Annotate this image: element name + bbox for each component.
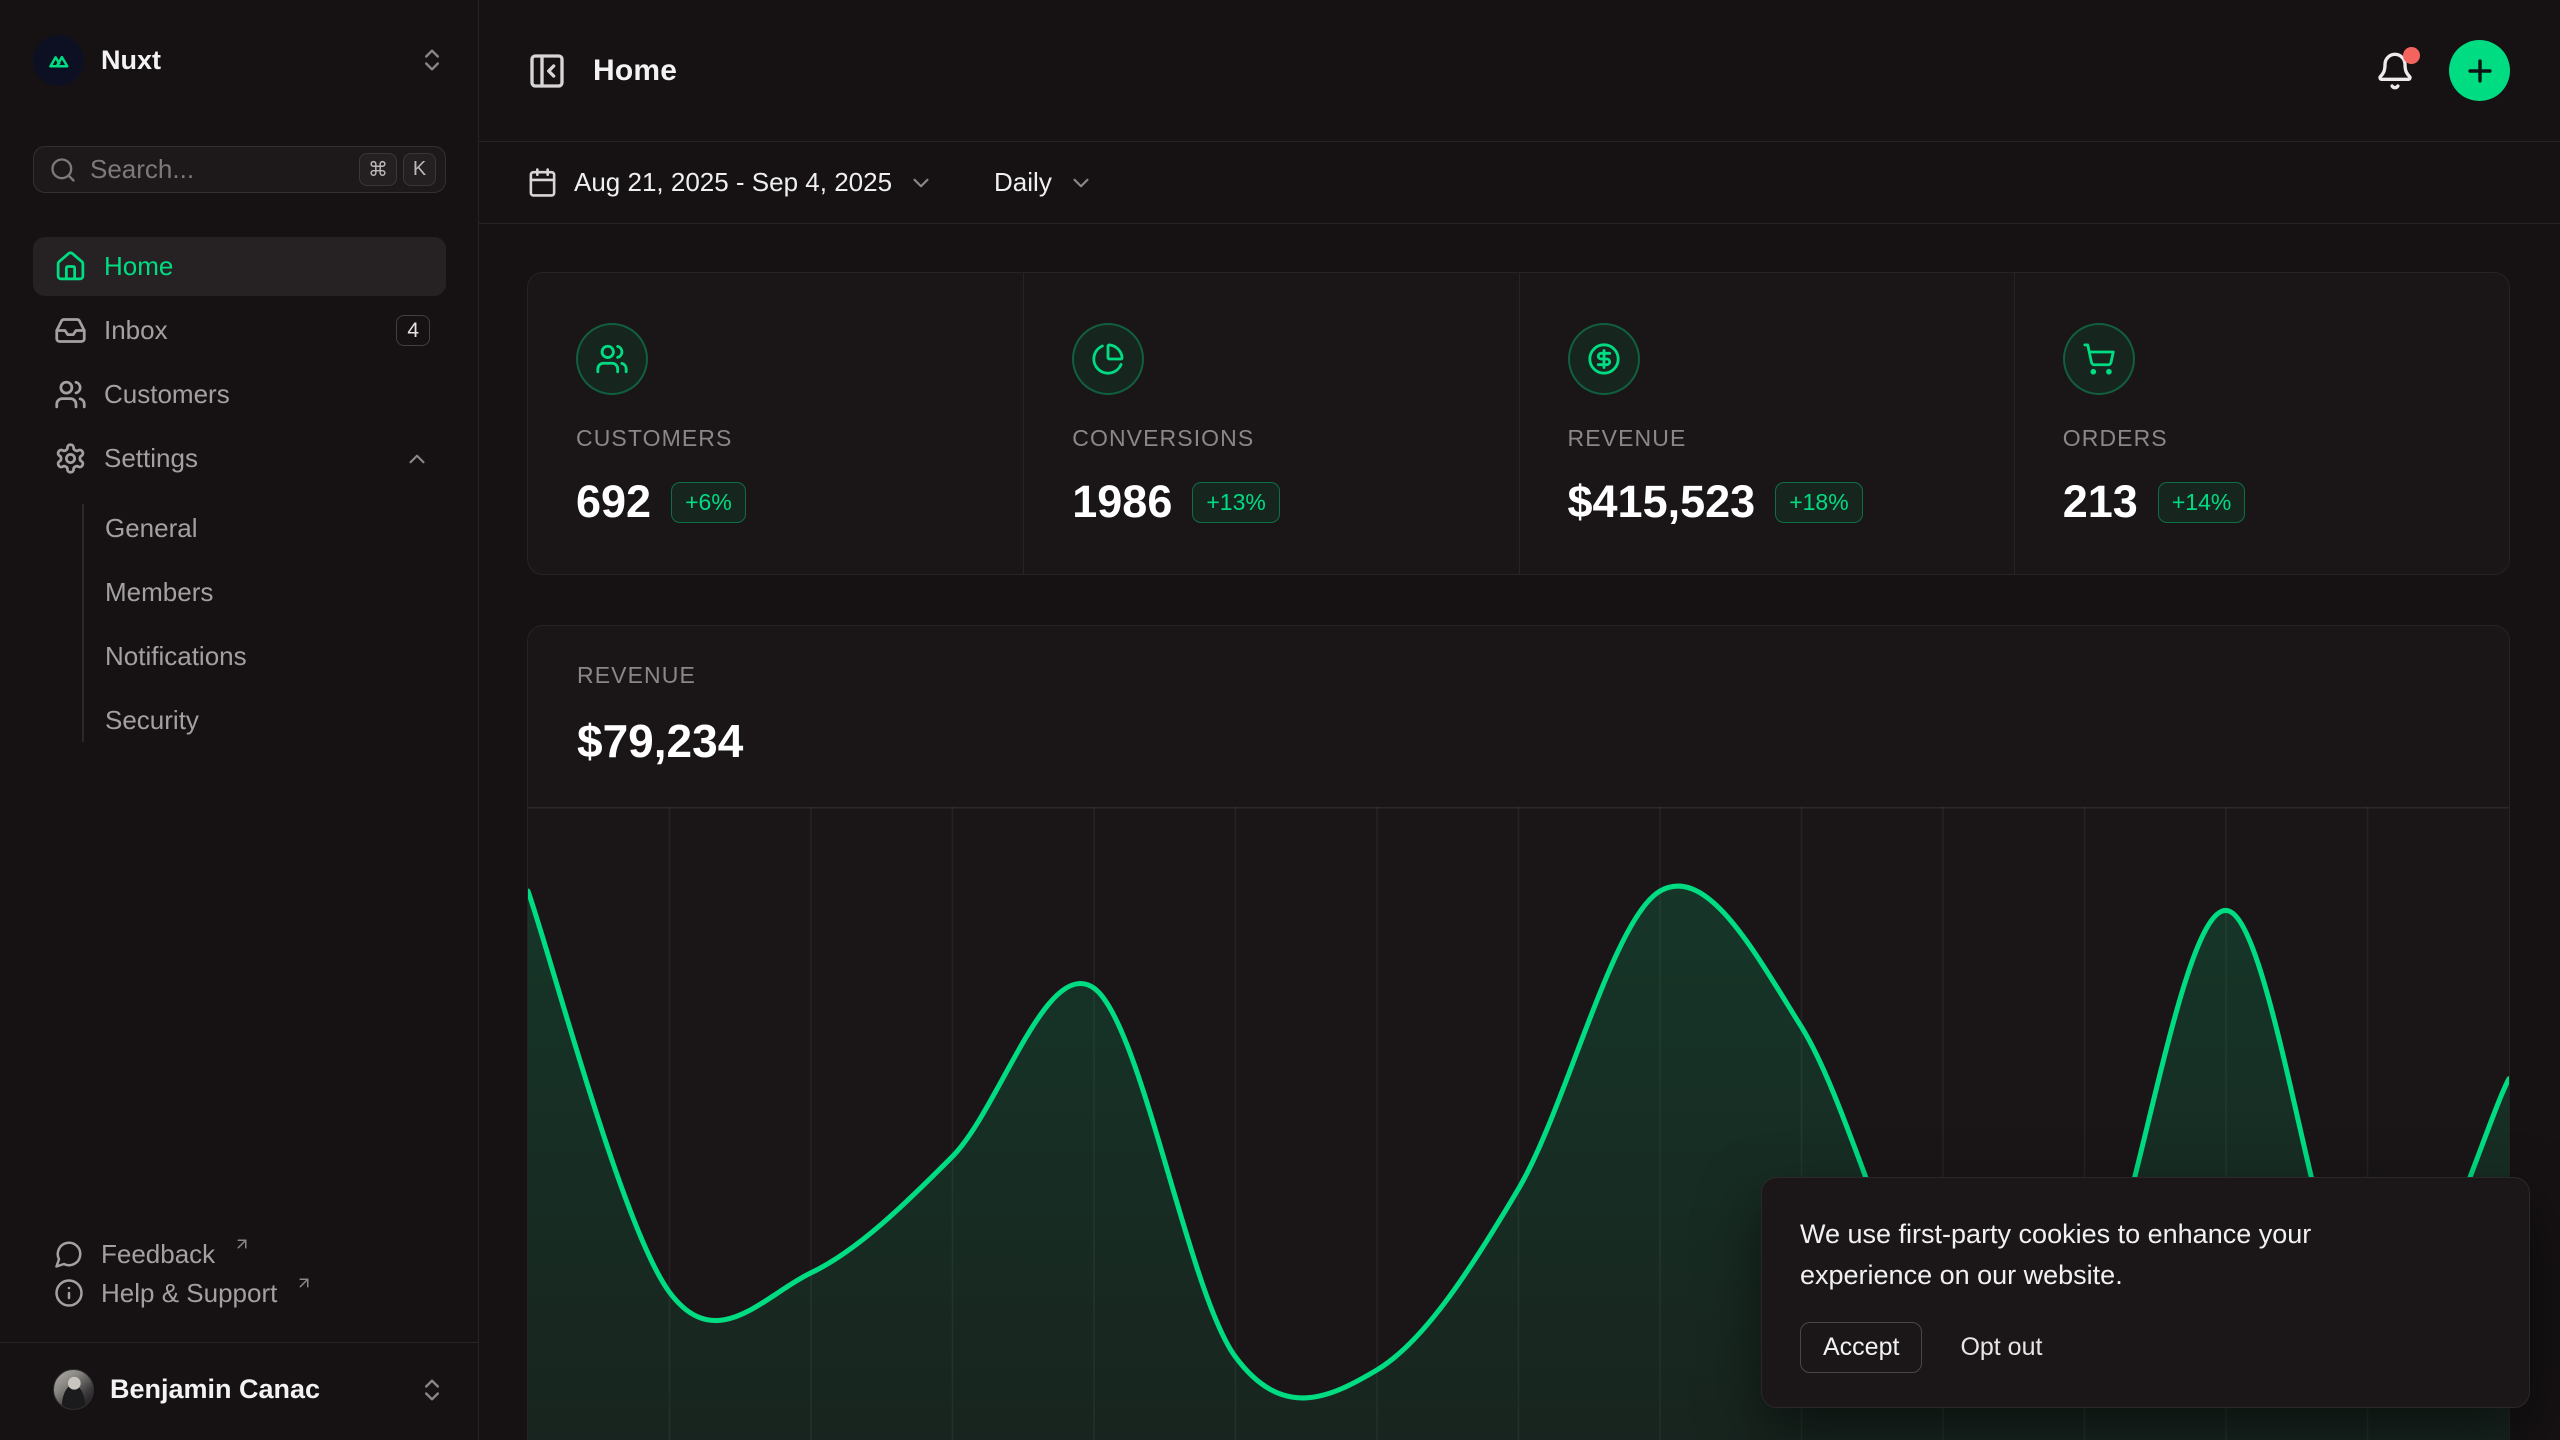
kbd-k: K [403,153,436,186]
cookie-message: We use first-party cookies to enhance yo… [1800,1214,2390,1296]
user-name: Benjamin Canac [110,1374,320,1405]
shopping-cart-icon [2063,323,2135,395]
cookie-banner: We use first-party cookies to enhance yo… [1761,1177,2530,1408]
sidebar-item-inbox[interactable]: Inbox 4 [33,301,446,360]
sidebar-item-members[interactable]: Members [105,560,446,624]
users-icon [54,378,87,411]
notification-dot [2403,47,2420,64]
sub-item-label: General [105,513,198,544]
chevron-down-icon [1068,170,1094,196]
date-range-value: Aug 21, 2025 - Sep 4, 2025 [574,167,892,198]
settings-subnav: General Members Notifications Security [33,496,446,752]
gear-icon [54,442,87,475]
stat-customers[interactable]: CUSTOMERS 692 +6% [528,273,1023,574]
sub-item-label: Security [105,705,199,736]
search-icon [49,156,77,184]
search-bar[interactable]: ⌘ K [33,146,446,193]
header-actions [2371,40,2510,101]
sidebar-item-notifications[interactable]: Notifications [105,624,446,688]
search-input[interactable] [90,154,346,185]
granularity-select[interactable]: Daily [994,167,1094,198]
granularity-value: Daily [994,167,1052,198]
optout-cookies-button[interactable]: Opt out [1960,1333,2042,1362]
stat-delta-badge: +14% [2158,482,2245,523]
stat-conversions[interactable]: CONVERSIONS 1986 +13% [1023,273,1518,574]
house-icon [54,250,87,283]
sidebar-item-home[interactable]: Home [33,237,446,296]
stat-value: 1986 [1072,476,1172,528]
external-link-icon [233,1235,251,1253]
revenue-chart-label: REVENUE [577,662,2509,689]
stat-label: CONVERSIONS [1072,425,1498,452]
user-menu[interactable]: Benjamin Canac [33,1343,446,1410]
stat-value: 692 [576,476,651,528]
notifications-button[interactable] [2371,47,2419,95]
pie-chart-icon [1072,323,1144,395]
top-header: Home [479,0,2560,142]
brand-name: Nuxt [101,45,161,76]
sidebar-footer: Feedback Help & Support [33,1239,446,1320]
stat-label: CUSTOMERS [576,425,1003,452]
feedback-label: Feedback [101,1239,215,1269]
stats-row: CUSTOMERS 692 +6% CONVERSIONS 1986 +13% [527,272,2510,575]
help-support-label: Help & Support [101,1278,277,1308]
sidebar-item-label: Home [104,251,173,282]
stat-revenue[interactable]: REVENUE $415,523 +18% [1519,273,2014,574]
stat-value: 213 [2063,476,2138,528]
info-circle-icon [54,1278,84,1308]
inbox-icon [54,314,87,347]
users-icon [576,323,648,395]
sidebar-item-label: Settings [104,443,198,474]
search-shortcut: ⌘ K [359,153,436,186]
help-support-link[interactable]: Help & Support [33,1278,446,1308]
stat-delta-badge: +13% [1192,482,1279,523]
stat-value: $415,523 [1568,476,1756,528]
nuxt-logo-icon [33,35,84,86]
page-title: Home [593,54,677,88]
chevrons-up-down-icon [418,46,446,74]
revenue-chart-value: $79,234 [577,714,2509,768]
date-range-picker[interactable]: Aug 21, 2025 - Sep 4, 2025 [527,167,934,198]
kbd-cmd: ⌘ [359,153,397,186]
sub-item-label: Members [105,577,213,608]
user-avatar [53,1369,94,1410]
circle-dollar-icon [1568,323,1640,395]
plus-icon [2463,54,2497,88]
sidebar-item-label: Customers [104,379,230,410]
stat-delta-badge: +6% [671,482,746,523]
accept-cookies-button[interactable]: Accept [1800,1322,1922,1373]
stat-orders[interactable]: ORDERS 213 +14% [2014,273,2509,574]
filter-bar: Aug 21, 2025 - Sep 4, 2025 Daily [479,142,2560,224]
sub-item-label: Notifications [105,641,247,672]
feedback-link[interactable]: Feedback [33,1239,446,1269]
cookie-actions: Accept Opt out [1800,1322,2489,1373]
sidebar-item-customers[interactable]: Customers [33,365,446,424]
message-circle-icon [54,1239,84,1269]
chevrons-up-down-icon [418,1376,446,1404]
stat-delta-badge: +18% [1775,482,1862,523]
calendar-icon [527,167,558,198]
chevron-up-icon [404,446,430,472]
sidebar-item-label: Inbox [104,315,168,346]
chevron-down-icon [908,170,934,196]
sidebar-item-settings[interactable]: Settings [33,429,446,488]
sidebar: Nuxt ⌘ K Home Inbox 4 [0,0,479,1440]
team-switcher[interactable]: Nuxt [33,34,446,86]
inbox-count-badge: 4 [396,315,430,346]
collapse-sidebar-button[interactable] [527,51,567,91]
sidebar-item-security[interactable]: Security [105,688,446,752]
stat-label: ORDERS [2063,425,2489,452]
sidebar-item-general[interactable]: General [105,496,446,560]
add-new-button[interactable] [2449,40,2510,101]
external-link-icon [295,1274,313,1292]
stat-label: REVENUE [1568,425,1994,452]
sidebar-nav: Home Inbox 4 Customers Settings Genera [33,237,446,752]
